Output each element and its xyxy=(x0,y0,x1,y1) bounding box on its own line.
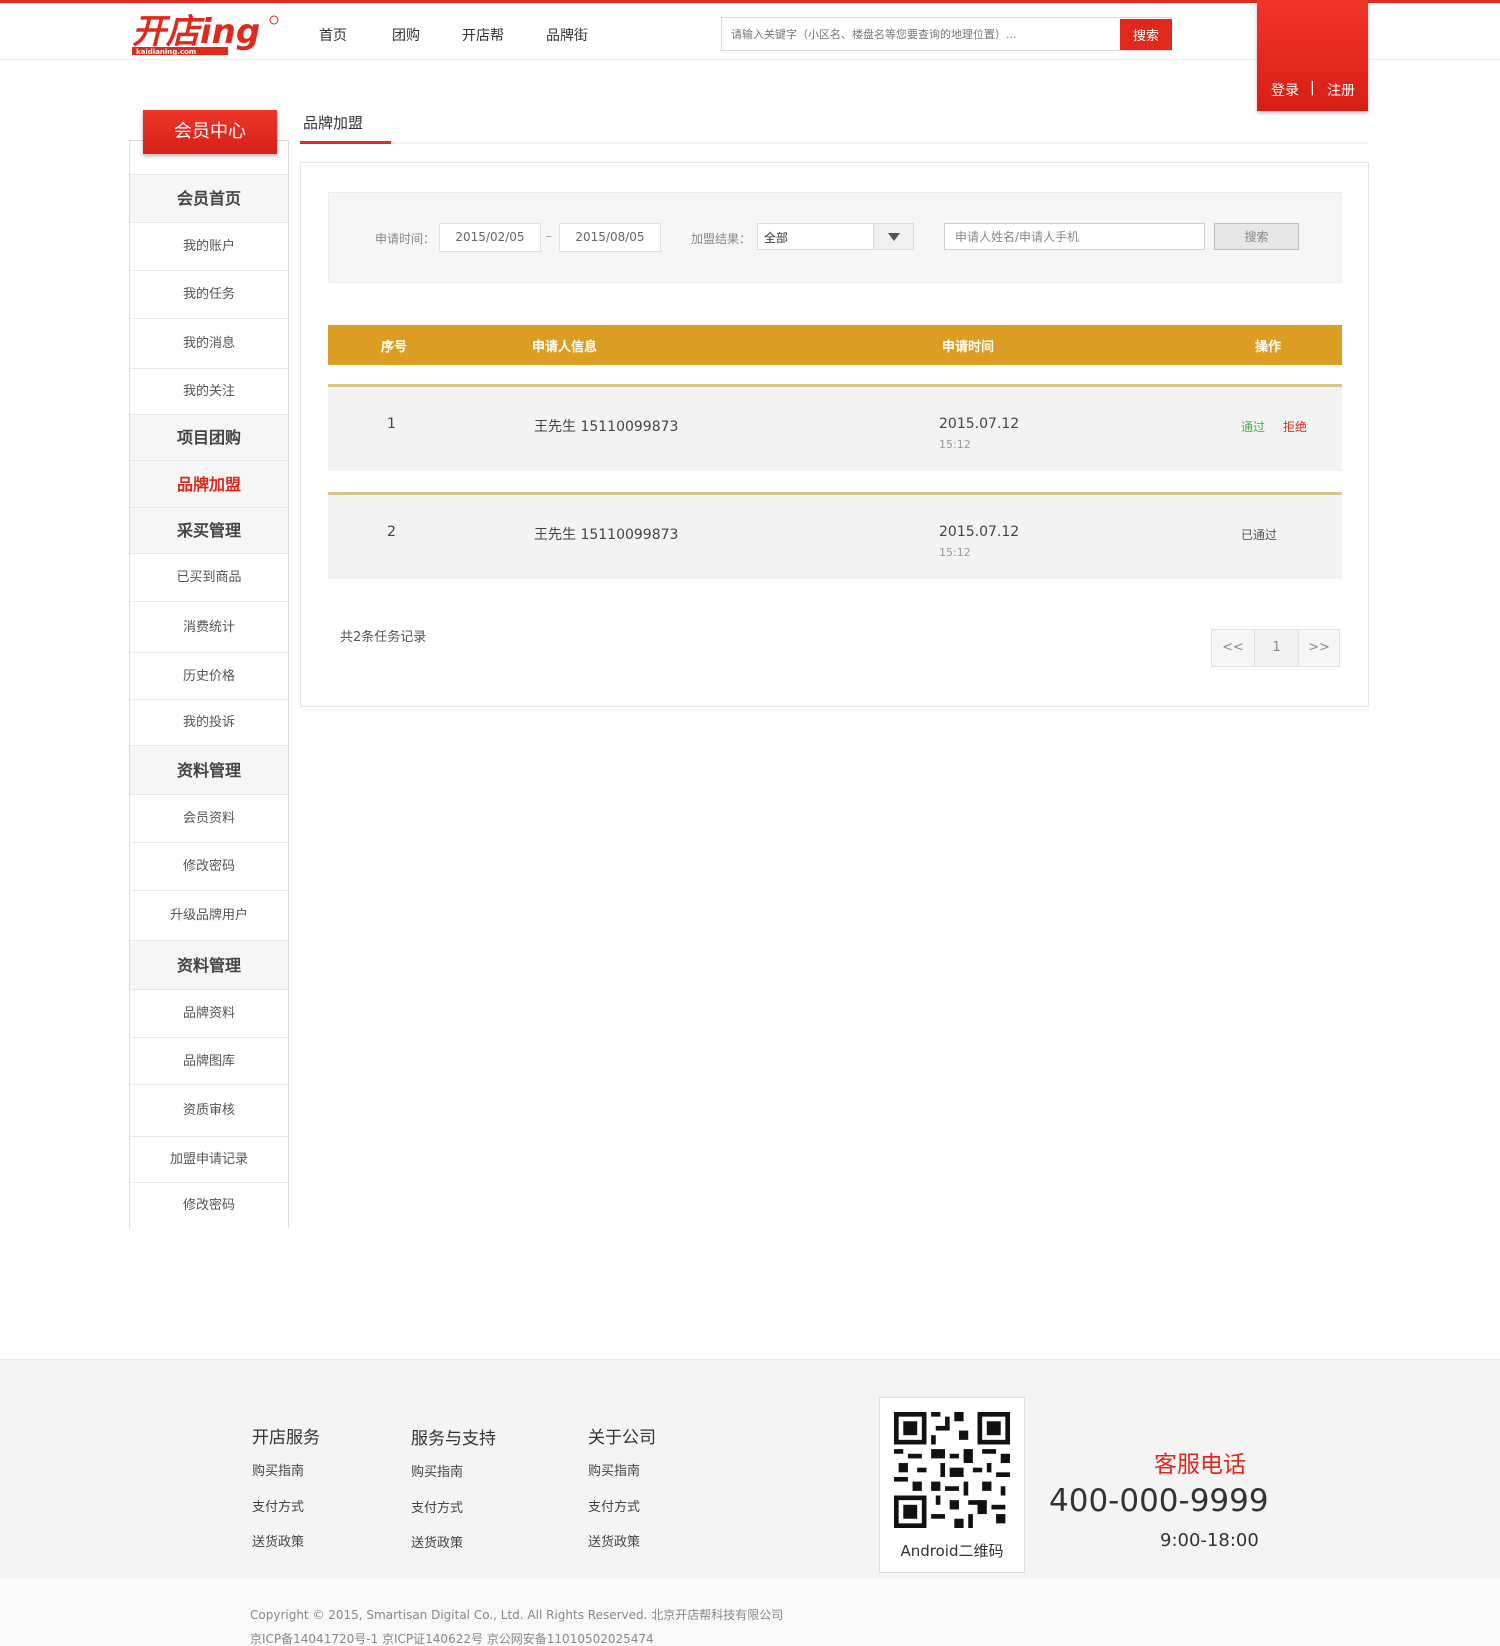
search-input[interactable] xyxy=(722,18,1119,50)
member-sidebar: 会员首页 我的账户 我的任务 我的消息 我的关注 项目团购 品牌加盟 采买管理 … xyxy=(129,140,289,1228)
svg-text:kaidianing.com: kaidianing.com xyxy=(136,48,196,56)
sidebar-item-brand-profile[interactable]: 品牌资料 xyxy=(130,989,288,1037)
sidebar-item-change-password[interactable]: 修改密码 xyxy=(130,842,288,890)
franchise-panel: 申请时间： 2015/02/05 – 2015/08/05 加盟结果： 全部 搜… xyxy=(300,162,1369,707)
prev-page-button[interactable]: << xyxy=(1212,630,1255,666)
sidebar-item-member-profile[interactable]: 会员资料 xyxy=(130,794,288,842)
footer-legal: Copyright © 2015, Smartisan Digital Co.,… xyxy=(0,1579,1500,1646)
tab-divider xyxy=(391,142,1368,144)
result-filter-label: 加盟结果： xyxy=(691,232,752,246)
date-filter-label: 申请时间： xyxy=(375,232,436,246)
sidebar-item-my-tasks[interactable]: 我的任务 xyxy=(130,270,288,318)
sidebar-item-profile-management-2[interactable]: 资料管理 xyxy=(130,940,288,989)
link-separator: | xyxy=(1310,80,1315,96)
row-time: 15:12 xyxy=(939,546,971,559)
search-button[interactable]: 搜索 xyxy=(1120,19,1172,50)
sidebar-item-profile-management[interactable]: 资料管理 xyxy=(130,745,288,794)
sidebar-item-brand-gallery[interactable]: 品牌图库 xyxy=(130,1037,288,1084)
page-number-button[interactable]: 1 xyxy=(1255,630,1299,666)
nav-home[interactable]: 首页 xyxy=(319,25,347,45)
col-applicant-header: 申请人信息 xyxy=(532,340,598,355)
sidebar-item-my-messages[interactable]: 我的消息 xyxy=(130,318,288,368)
status-approved: 已通过 xyxy=(1241,528,1278,542)
sidebar-item-project-groupbuy[interactable]: 项目团购 xyxy=(130,414,288,460)
table-row: 2 王先生 15110099873 2015.07.12 15:12 已通过 xyxy=(328,492,1342,579)
result-select[interactable]: 全部 xyxy=(757,223,914,250)
svg-text:开店ing: 开店ing xyxy=(132,13,260,52)
site-footer: 开店服务 购买指南 支付方式 送货政策 服务与支持 购买指南 支付方式 送货政策… xyxy=(0,1359,1500,1579)
row-time: 15:12 xyxy=(939,438,971,451)
footer-link[interactable]: 支付方式 xyxy=(252,1496,304,1515)
sidebar-item-my-complaints[interactable]: 我的投诉 xyxy=(130,699,288,745)
row-applicant: 王先生 15110099873 xyxy=(534,527,679,543)
table-header: 序号 申请人信息 申请时间 操作 xyxy=(328,325,1342,365)
footer-link[interactable]: 支付方式 xyxy=(588,1496,640,1515)
qr-label: Android二维码 xyxy=(900,1542,1004,1560)
copyright-text: Copyright © 2015, Smartisan Digital Co.,… xyxy=(250,1608,784,1622)
filter-search-button[interactable]: 搜索 xyxy=(1214,223,1299,250)
footer-link[interactable]: 送货政策 xyxy=(588,1531,640,1550)
footer-link[interactable]: 购买指南 xyxy=(252,1460,304,1479)
footer-link[interactable]: 支付方式 xyxy=(411,1497,463,1516)
nav-brand-street[interactable]: 品牌街 xyxy=(546,25,588,45)
pagination: << 1 >> xyxy=(1211,629,1340,667)
sidebar-item-purchased-goods[interactable]: 已买到商品 xyxy=(130,553,288,601)
qr-card: Android二维码 xyxy=(879,1397,1025,1573)
footer-link[interactable]: 购买指南 xyxy=(588,1460,640,1479)
applicant-keyword-input[interactable] xyxy=(944,223,1205,250)
row-date: 2015.07.12 xyxy=(939,524,1020,540)
hotline-number: 400-000-9999 xyxy=(1049,1483,1269,1519)
record-count: 共2条任务记录 xyxy=(340,630,427,645)
tab-brand-franchise[interactable]: 品牌加盟 xyxy=(303,112,363,133)
nav-groupbuy[interactable]: 团购 xyxy=(392,25,420,45)
sidebar-item-member-home[interactable]: 会员首页 xyxy=(130,174,288,222)
active-tab-underline xyxy=(300,141,391,144)
date-range-dash: – xyxy=(546,229,552,243)
footer-link[interactable]: 送货政策 xyxy=(252,1531,304,1550)
sidebar-item-my-account[interactable]: 我的账户 xyxy=(130,222,288,270)
col-action-header: 操作 xyxy=(1255,340,1282,355)
site-logo[interactable]: 开店ing kaidianing.com xyxy=(130,12,280,57)
sidebar-item-spending-stats[interactable]: 消费统计 xyxy=(130,601,288,652)
login-register-tab: 登录 | 注册 xyxy=(1257,0,1368,111)
col-index-header: 序号 xyxy=(381,340,408,355)
footer-col-title: 开店服务 xyxy=(252,1428,320,1448)
hotline-hours: 9:00-18:00 xyxy=(1160,1530,1259,1551)
result-select-value: 全部 xyxy=(764,231,789,245)
row-date: 2015.07.12 xyxy=(939,416,1020,432)
col-date-header: 申请时间 xyxy=(942,340,995,355)
row-applicant: 王先生 15110099873 xyxy=(534,419,679,435)
register-link[interactable]: 注册 xyxy=(1327,80,1355,100)
footer-link[interactable]: 送货政策 xyxy=(411,1532,463,1551)
sidebar-item-purchase-management[interactable]: 采买管理 xyxy=(130,507,288,553)
qr-code-area: Android二维码 xyxy=(888,1406,1016,1564)
login-link[interactable]: 登录 xyxy=(1271,80,1299,100)
footer-link[interactable]: 购买指南 xyxy=(411,1461,463,1480)
member-center-title: 会员中心 xyxy=(143,110,277,154)
sidebar-item-price-history[interactable]: 历史价格 xyxy=(130,652,288,699)
reject-link[interactable]: 拒绝 xyxy=(1283,418,1307,435)
sidebar-item-franchise-records[interactable]: 加盟申请记录 xyxy=(130,1136,288,1182)
table-row: 1 王先生 15110099873 2015.07.12 15:12 通过 拒绝 xyxy=(328,384,1342,471)
sidebar-item-my-follows[interactable]: 我的关注 xyxy=(130,368,288,414)
sidebar-item-change-password-2[interactable]: 修改密码 xyxy=(130,1182,288,1228)
sidebar-item-qualification-review[interactable]: 资质审核 xyxy=(130,1084,288,1136)
qr-code-icon xyxy=(894,1412,1010,1528)
date-from-field[interactable]: 2015/02/05 xyxy=(439,223,541,252)
sidebar-item-brand-franchise[interactable]: 品牌加盟 xyxy=(130,460,288,507)
nav-shop-help[interactable]: 开店帮 xyxy=(462,25,504,45)
approve-link[interactable]: 通过 xyxy=(1241,418,1265,435)
footer-col-title: 服务与支持 xyxy=(411,1429,496,1449)
row-index: 1 xyxy=(387,416,396,432)
next-page-button[interactable]: >> xyxy=(1299,630,1339,666)
hotline-title: 客服电话 xyxy=(1154,1452,1246,1478)
chevron-down-icon xyxy=(873,224,913,249)
date-to-field[interactable]: 2015/08/05 xyxy=(559,223,661,252)
row-index: 2 xyxy=(387,524,396,540)
icp-text: 京ICP备14041720号-1 京ICP证140622号 京公网安备11010… xyxy=(250,1632,654,1646)
footer-col-title: 关于公司 xyxy=(588,1428,656,1448)
filter-bar: 申请时间： 2015/02/05 – 2015/08/05 加盟结果： 全部 搜… xyxy=(328,192,1342,283)
sidebar-item-upgrade-brand-user[interactable]: 升级品牌用户 xyxy=(130,890,288,940)
site-search: 搜索 xyxy=(721,17,1172,51)
